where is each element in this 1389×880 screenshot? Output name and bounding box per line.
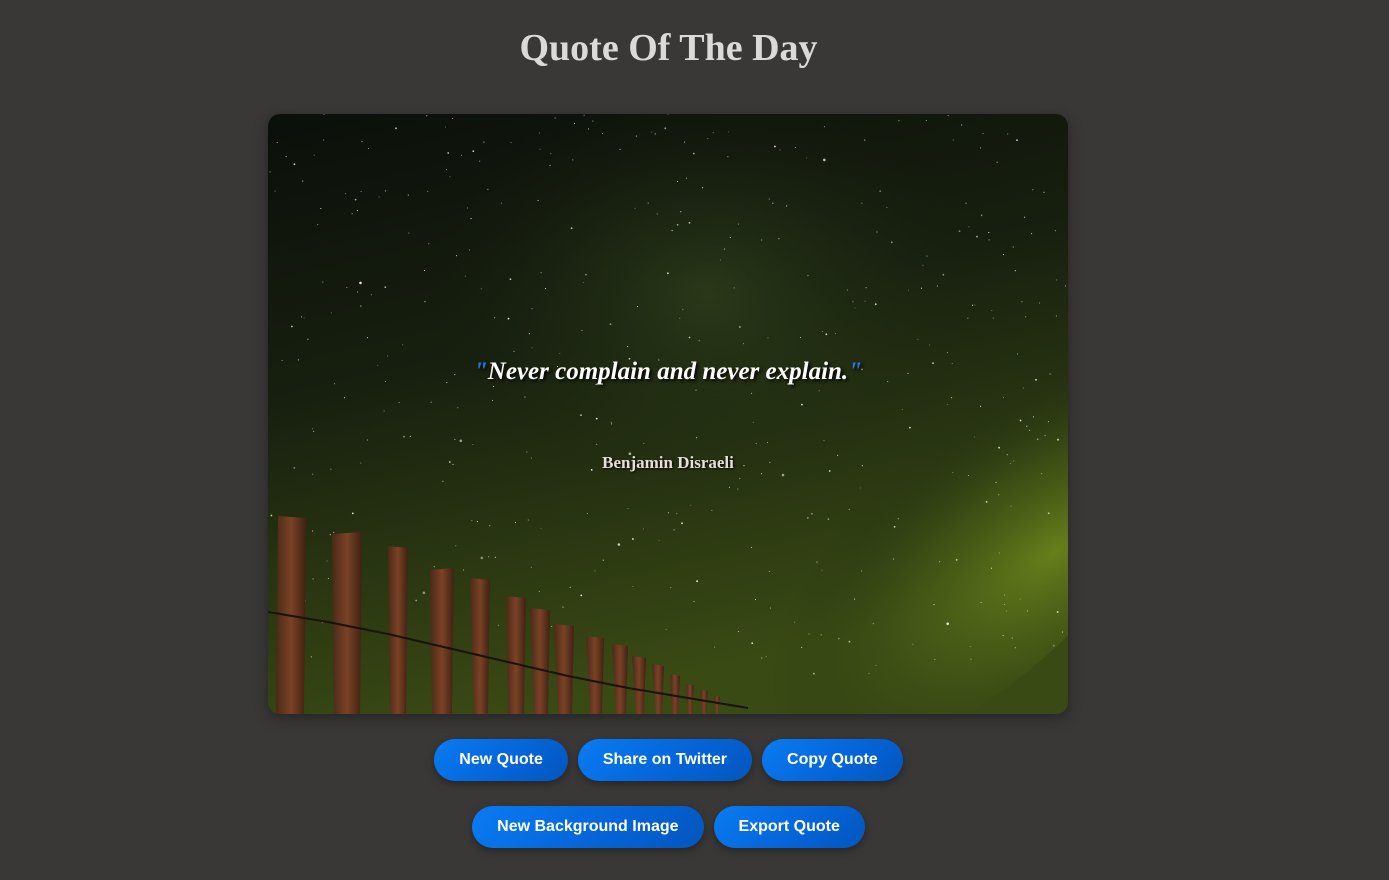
quote-card: "Never complain and never explain." Benj… bbox=[268, 114, 1068, 714]
close-quote-mark: " bbox=[848, 358, 863, 385]
quote-author: Benjamin Disraeli bbox=[602, 453, 734, 472]
copy-quote-button[interactable]: Copy Quote bbox=[762, 739, 903, 781]
open-quote-mark: " bbox=[473, 358, 488, 385]
primary-actions: New Quote Share on Twitter Copy Quote bbox=[0, 739, 1337, 781]
new-quote-button[interactable]: New Quote bbox=[434, 739, 568, 781]
quote-text: "Never complain and never explain." bbox=[268, 356, 1068, 388]
background-image bbox=[268, 114, 1068, 714]
page-title: Quote Of The Day bbox=[519, 27, 818, 69]
share-twitter-button[interactable]: Share on Twitter bbox=[577, 739, 753, 781]
secondary-actions: New Background Image Export Quote bbox=[0, 806, 1337, 848]
quote-body: Never complain and never explain. bbox=[487, 358, 849, 385]
export-quote-button[interactable]: Export Quote bbox=[713, 806, 865, 848]
new-background-button[interactable]: New Background Image bbox=[472, 806, 704, 848]
